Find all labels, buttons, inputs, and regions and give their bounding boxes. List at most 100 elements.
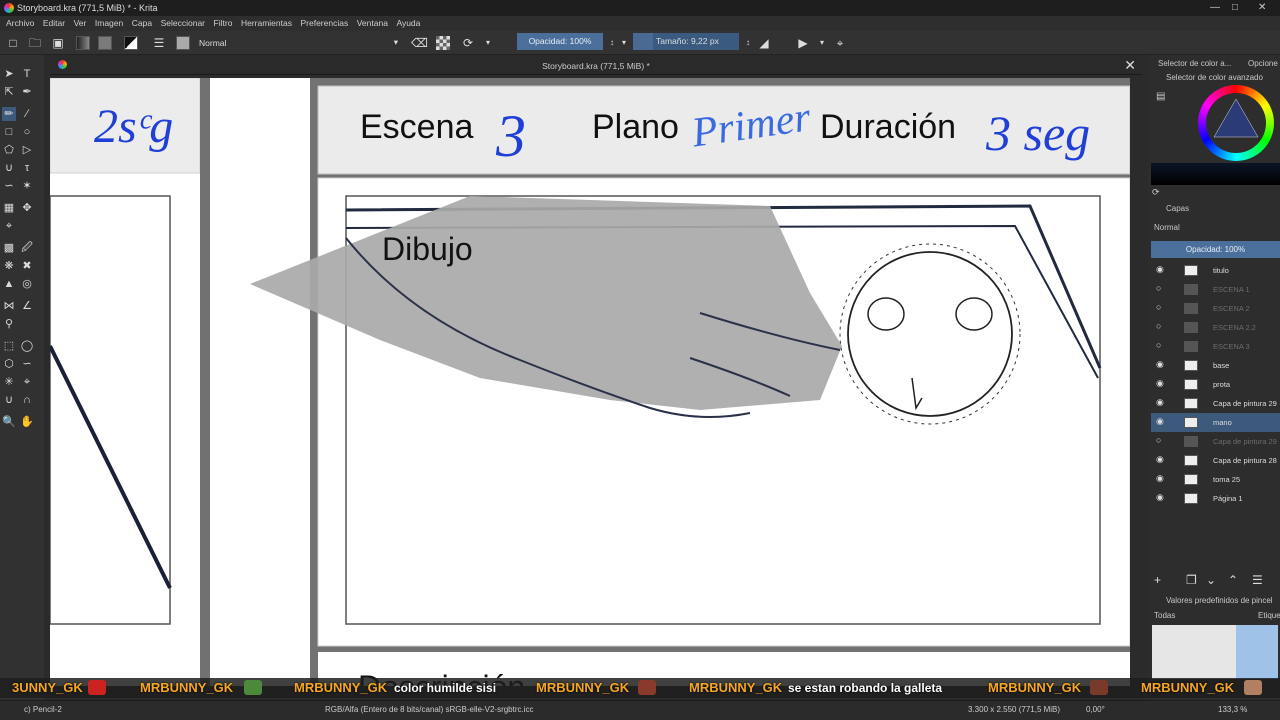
layer-row[interactable]: ○ ESCENA 2	[1151, 299, 1280, 318]
eye-visible-icon[interactable]: ◉	[1156, 360, 1165, 369]
chevron-down-icon[interactable]: ▾	[617, 36, 631, 50]
similar-select-icon[interactable]: ⌖	[20, 375, 34, 389]
menu-ver[interactable]: Ver	[74, 18, 87, 28]
color-history-bar[interactable]	[1151, 163, 1280, 185]
enclose-fill-icon[interactable]: ◎	[20, 277, 34, 291]
edit-shapes-icon[interactable]: ⇱	[2, 85, 16, 99]
open-folder-icon[interactable]: 🗀	[28, 36, 42, 50]
line-tool-icon[interactable]: ∕	[20, 107, 34, 121]
gradient-tool-icon[interactable]: ▩	[2, 241, 16, 255]
polygon-select-icon[interactable]: ⬡	[2, 357, 16, 371]
duplicate-layer-icon[interactable]: ❐	[1186, 573, 1197, 587]
freehand-path-icon[interactable]: τ	[20, 161, 34, 175]
presets-tag-select[interactable]: Etique	[1258, 611, 1280, 620]
fg-bg-color-icon[interactable]	[124, 36, 138, 50]
multibrush-icon[interactable]: ✶	[20, 179, 34, 193]
zoom-tool-icon[interactable]: 🔍	[2, 415, 16, 429]
layers-opacity-slider[interactable]: Opacidad: 100%	[1151, 241, 1280, 258]
size-slider[interactable]: Tamaño: 9,22 px	[653, 33, 739, 50]
document-tab[interactable]: Storyboard.kra (771,5 MiB) * ✕	[50, 55, 1142, 75]
status-zoom[interactable]: 133,3 %	[1218, 705, 1247, 714]
eye-hidden-icon[interactable]: ○	[1156, 303, 1165, 312]
eraser-icon[interactable]: ⌫	[411, 36, 428, 50]
eye-visible-icon[interactable]: ◉	[1156, 493, 1165, 502]
layer-row[interactable]: ◉ Página 1	[1151, 489, 1280, 508]
layer-row[interactable]: ◉ base	[1151, 356, 1280, 375]
freehand-select-icon[interactable]: ∽	[20, 357, 34, 371]
mirror-horizontal-icon[interactable]: ◢	[757, 36, 771, 50]
layer-row[interactable]: ○ Capa de pintura 29	[1151, 432, 1280, 451]
presets-filter-select[interactable]: Todas	[1154, 611, 1175, 620]
gradient-icon[interactable]	[76, 36, 90, 50]
brush-preset-icon[interactable]	[176, 36, 190, 50]
status-rotation[interactable]: 0,00°	[1086, 705, 1105, 714]
assistant-tool-icon[interactable]: ⋈	[2, 299, 16, 313]
reference-tool-icon[interactable]: ⚲	[2, 317, 16, 331]
layer-row[interactable]: ◉ titulo	[1151, 261, 1280, 280]
menu-herramientas[interactable]: Herramientas	[241, 18, 292, 28]
freehand-brush-icon[interactable]: ✏	[2, 107, 16, 121]
opacity-slider[interactable]: Opacidad: 100%	[517, 33, 603, 50]
close-document-icon[interactable]: ✕	[1124, 57, 1136, 74]
layer-menu-icon[interactable]: ☰	[1252, 573, 1263, 587]
magnetic-select-icon[interactable]: ∩	[20, 393, 34, 407]
selected-brush-preset[interactable]	[1236, 625, 1278, 679]
polygon-tool-icon[interactable]: ⬠	[2, 143, 16, 157]
layer-row[interactable]: ○ ESCENA 2.2	[1151, 318, 1280, 337]
polyline-tool-icon[interactable]: ▷	[20, 143, 34, 157]
layer-row[interactable]: ○ ESCENA 1	[1151, 280, 1280, 299]
layer-row[interactable]: ◉ prota	[1151, 375, 1280, 394]
eye-visible-icon[interactable]: ◉	[1156, 265, 1165, 274]
canvas-artwork[interactable]: 2sᶜg Escena 3 Plano Primer Duración 3 se…	[50, 78, 1130, 686]
fill-tool-icon[interactable]: ▲	[2, 277, 16, 291]
minimize-icon[interactable]: —	[1210, 2, 1220, 13]
colorize-mask-icon[interactable]: ❋	[2, 259, 16, 273]
eye-visible-icon[interactable]: ◉	[1156, 398, 1165, 407]
menu-seleccionar[interactable]: Seleccionar	[161, 18, 205, 28]
eye-hidden-icon[interactable]: ○	[1156, 436, 1165, 445]
smart-patch-icon[interactable]: ✖	[20, 259, 34, 273]
dynamic-brush-icon[interactable]: ∽	[2, 179, 16, 193]
rect-select-icon[interactable]: ⬚	[2, 339, 16, 353]
rectangle-tool-icon[interactable]: □	[2, 125, 16, 139]
canvas[interactable]: 2sᶜg Escena 3 Plano Primer Duración 3 se…	[50, 78, 1130, 686]
eye-visible-icon[interactable]: ◉	[1156, 417, 1165, 426]
menu-imagen[interactable]: Imagen	[95, 18, 123, 28]
pan-tool-icon[interactable]: ✋	[20, 415, 34, 429]
menu-ayuda[interactable]: Ayuda	[396, 18, 420, 28]
color-picker-icon[interactable]: 🖉	[20, 241, 34, 255]
reload-preset-icon[interactable]: ⟳	[461, 36, 475, 50]
select-shapes-icon[interactable]: ➤	[2, 67, 16, 81]
eye-hidden-icon[interactable]: ○	[1156, 284, 1165, 293]
menu-editar[interactable]: Editar	[43, 18, 65, 28]
color-settings-icon[interactable]: ▤	[1156, 91, 1165, 102]
eye-visible-icon[interactable]: ◉	[1156, 474, 1165, 483]
layer-row[interactable]: ◉ toma 25	[1151, 470, 1280, 489]
maximize-icon[interactable]: □	[1232, 2, 1238, 13]
new-file-icon[interactable]: □	[6, 36, 20, 50]
mirror-vertical-icon[interactable]: ▶	[796, 36, 810, 50]
layer-row[interactable]: ◉ mano	[1151, 413, 1280, 432]
add-layer-icon[interactable]: +	[1154, 573, 1161, 587]
color-selector-tab[interactable]: Selector de color a...	[1158, 59, 1231, 68]
ellipse-select-icon[interactable]: ◯	[20, 339, 34, 353]
menu-capa[interactable]: Capa	[132, 18, 152, 28]
eye-hidden-icon[interactable]: ○	[1156, 341, 1165, 350]
wrap-around-icon[interactable]: ⌖	[833, 36, 847, 50]
layer-row[interactable]: ○ ESCENA 3	[1151, 337, 1280, 356]
move-layer-down-icon[interactable]: ⌄	[1206, 573, 1216, 587]
menu-archivo[interactable]: Archivo	[6, 18, 34, 28]
chevron-down-icon[interactable]: ▾	[815, 36, 829, 50]
contiguous-select-icon[interactable]: ✳	[2, 375, 16, 389]
close-window-icon[interactable]: ✕	[1258, 2, 1266, 13]
transform-tool-icon[interactable]: ▦	[2, 201, 16, 215]
move-layer-up-icon[interactable]: ⌃	[1228, 573, 1238, 587]
eye-visible-icon[interactable]: ◉	[1156, 379, 1165, 388]
color-wheel[interactable]	[1198, 85, 1274, 161]
menu-filtro[interactable]: Filtro	[214, 18, 233, 28]
tool-options-tab[interactable]: Opcione	[1248, 59, 1278, 68]
bezier-select-icon[interactable]: ∪	[2, 393, 16, 407]
text-tool-icon[interactable]: T	[20, 67, 34, 81]
crop-tool-icon[interactable]: ⌖	[2, 219, 16, 233]
brush-presets-grid[interactable]	[1152, 625, 1278, 679]
